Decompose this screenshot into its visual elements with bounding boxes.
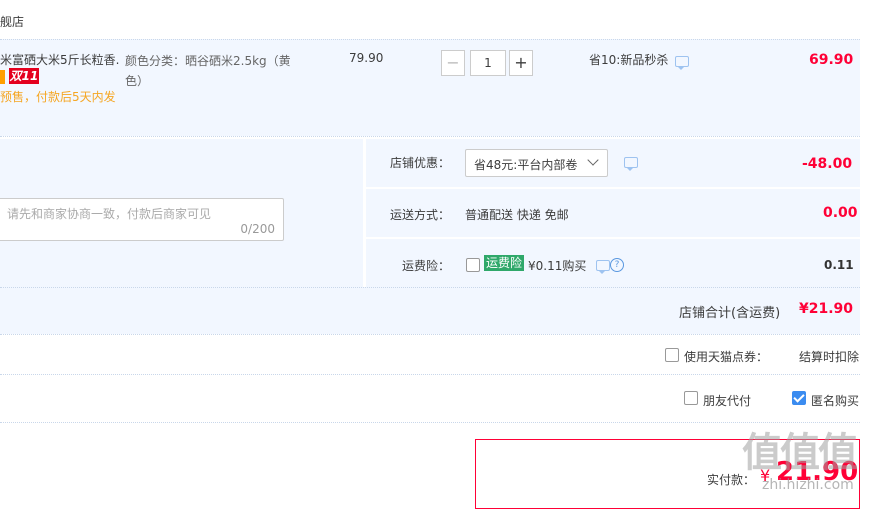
anonymous-label: 匿名购买 bbox=[811, 394, 860, 408]
item-title[interactable]: 米富硒大米5斤长粒香... bbox=[0, 51, 120, 68]
shop-discount-label: 店铺优惠： bbox=[390, 156, 451, 170]
tmall-tag-icon bbox=[0, 70, 5, 84]
anonymous-checkbox[interactable] bbox=[792, 391, 806, 405]
insurance-tag: 运费险 bbox=[484, 255, 525, 271]
help-icon[interactable]: ? bbox=[610, 258, 624, 272]
delivery-label: 运送方式： bbox=[390, 208, 451, 222]
shop-discount-amount: -48.00 bbox=[802, 156, 853, 172]
watermark-logo: 值值值 bbox=[742, 430, 858, 476]
item-promo: 省10:新品秒杀 bbox=[589, 53, 669, 67]
unit-price: 79.90 bbox=[349, 51, 384, 65]
friend-pay-label: 朋友代付 bbox=[703, 394, 752, 408]
chat-icon[interactable] bbox=[624, 157, 638, 171]
shop-discount-select[interactable]: 省48元:平台内部卷 bbox=[465, 149, 608, 177]
presale-note: 预售，付款后5天内发 bbox=[0, 90, 116, 104]
insurance-amount: 0.11 bbox=[824, 258, 854, 272]
message-counter: 0/200 bbox=[240, 222, 275, 236]
double11-badge: 双11 bbox=[9, 68, 39, 84]
message-placeholder: 请先和商家协商一致，付款后商家可见 bbox=[7, 207, 212, 221]
check-icon bbox=[793, 391, 805, 403]
delivery-value: 普通配送 快递 免邮 bbox=[465, 208, 569, 222]
points-checkbox[interactable] bbox=[665, 348, 679, 362]
quantity-minus-button[interactable]: − bbox=[441, 50, 465, 76]
points-note: 结算时扣除 bbox=[799, 350, 860, 364]
insurance-price: ¥0.11购买 bbox=[528, 259, 587, 273]
quantity-plus-button[interactable]: + bbox=[509, 50, 533, 76]
item-sku: 颜色分类：晒谷硒米2.5kg（黄色） bbox=[125, 54, 291, 88]
insurance-label: 运费险： bbox=[402, 259, 451, 273]
watermark-site: zhi.hizhi.com bbox=[762, 477, 854, 493]
delivery-amount: 0.00 bbox=[823, 205, 858, 221]
quantity-input[interactable]: 1 bbox=[470, 50, 506, 76]
shop-name[interactable]: 舰店 bbox=[0, 13, 24, 30]
item-subtotal: 69.90 bbox=[809, 52, 854, 68]
chevron-down-icon bbox=[587, 154, 599, 166]
shop-total-label: 店铺合计(含运费) bbox=[679, 306, 781, 321]
chat-icon[interactable] bbox=[596, 260, 610, 274]
shop-discount-value: 省48元:平台内部卷 bbox=[474, 158, 578, 172]
points-label: 使用天猫点券： bbox=[684, 350, 769, 364]
insurance-checkbox[interactable] bbox=[466, 258, 480, 272]
friend-pay-checkbox[interactable] bbox=[684, 391, 698, 405]
shop-total-amount: ¥21.90 bbox=[799, 301, 854, 317]
chat-icon[interactable] bbox=[675, 56, 689, 70]
message-textarea[interactable]: 请先和商家协商一致，付款后商家可见 0/200 bbox=[0, 198, 284, 241]
